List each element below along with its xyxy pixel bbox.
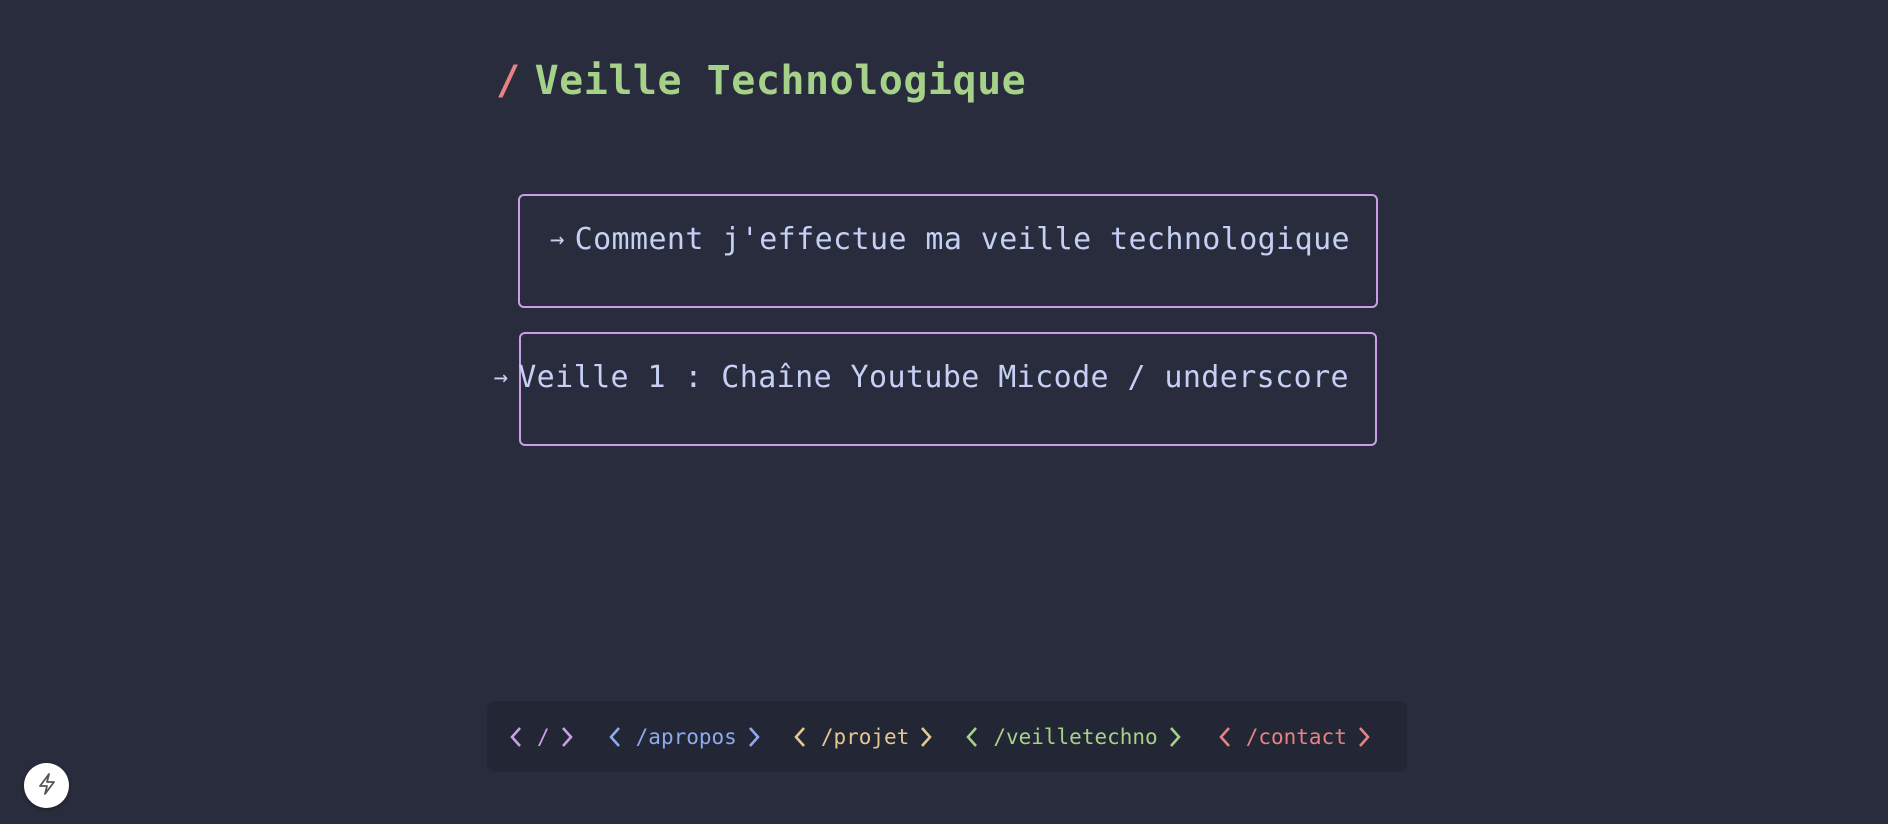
lightning-bolt-icon bbox=[36, 772, 58, 800]
page-title: / Veille Technologique bbox=[496, 58, 1026, 104]
nav-link-home[interactable]: / bbox=[509, 725, 578, 749]
page: / Veille Technologique → Comment j'effect… bbox=[0, 0, 1888, 824]
nav-link-contact[interactable]: /contact bbox=[1218, 725, 1375, 749]
veille-card-method[interactable]: → Comment j'effectue ma veille technolog… bbox=[518, 194, 1378, 308]
nav-link-apropos[interactable]: /apropos bbox=[608, 725, 765, 749]
chevron-left-icon bbox=[793, 725, 811, 749]
chevron-right-icon bbox=[1357, 725, 1375, 749]
title-slash: / bbox=[496, 58, 521, 104]
chevron-left-icon bbox=[608, 725, 626, 749]
chevron-left-icon bbox=[1218, 725, 1236, 749]
nav-link-projet[interactable]: /projet bbox=[793, 725, 938, 749]
arrow-right-icon: → bbox=[493, 363, 509, 391]
chevron-right-icon bbox=[1168, 725, 1186, 749]
chevron-right-icon bbox=[560, 725, 578, 749]
bottom-nav: / /apropos /projet /veilletechno /contac… bbox=[487, 701, 1407, 772]
card-label: Comment j'effectue ma veille technologiq… bbox=[574, 221, 1350, 257]
chevron-right-icon bbox=[747, 725, 765, 749]
chevron-left-icon bbox=[965, 725, 983, 749]
chevron-left-icon bbox=[509, 725, 527, 749]
dev-tools-button[interactable] bbox=[24, 763, 69, 808]
nav-label: /apropos bbox=[635, 724, 737, 749]
nav-label: / bbox=[537, 724, 550, 749]
nav-label: /projet bbox=[820, 724, 910, 749]
nav-label: /veilletechno bbox=[993, 724, 1158, 749]
nav-label: /contact bbox=[1245, 724, 1347, 749]
arrow-right-icon: → bbox=[550, 225, 565, 253]
chevron-right-icon bbox=[919, 725, 937, 749]
card-label: Veille 1 : Chaîne Youtube Micode / under… bbox=[518, 359, 1349, 395]
title-text: Veille Technologique bbox=[534, 58, 1027, 104]
veille-card-micode[interactable]: → Veille 1 : Chaîne Youtube Micode / und… bbox=[494, 332, 1377, 446]
nav-link-veilletechno[interactable]: /veilletechno bbox=[965, 725, 1185, 749]
